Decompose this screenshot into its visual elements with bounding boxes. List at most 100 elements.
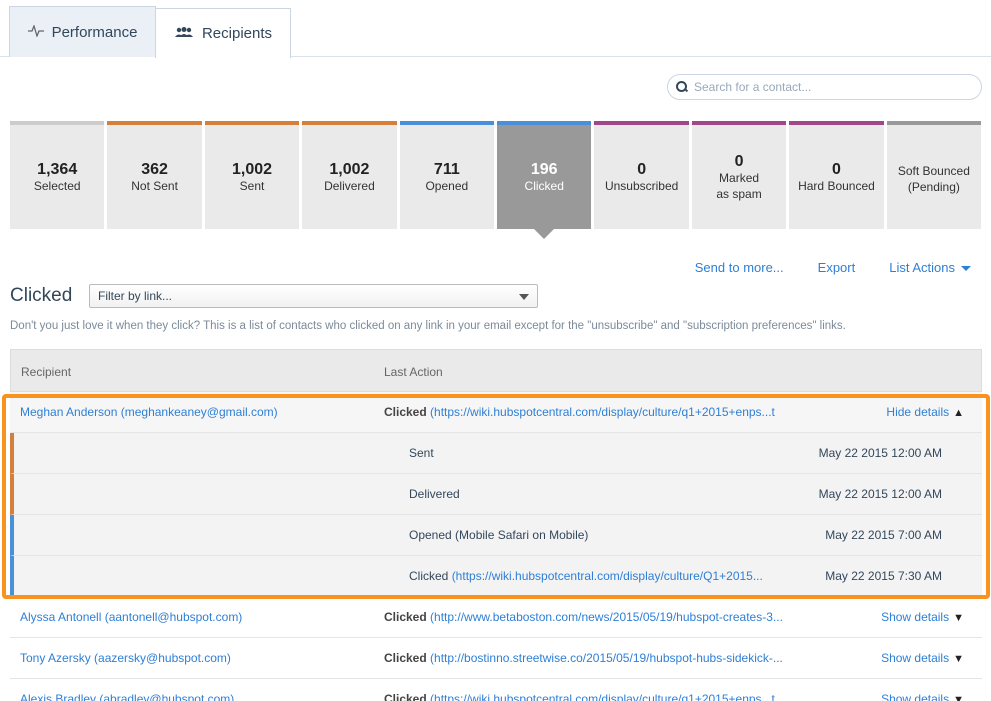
recipient-link[interactable]: Meghan Anderson (meghankeaney@gmail.com): [20, 405, 278, 419]
stat-value: 0: [734, 152, 744, 170]
stats-bar: 1,364 Selected 362 Not Sent 1,002 Sent 1,00…: [10, 121, 982, 239]
last-action: Clicked (https://wiki.hubspotcentral.com…: [384, 405, 775, 419]
stat-label: Not Sent: [131, 178, 178, 193]
stat-marked-spam[interactable]: 0 Marked as spam: [691, 121, 787, 229]
detail-row: Opened (Mobile Safari on Mobile) May 22 …: [10, 515, 982, 556]
table-row: Alyssa Antonell (aantonell@hubspot.com) …: [10, 597, 982, 638]
stat-value: 1,002: [231, 160, 273, 178]
last-action: Clicked (http://www.betaboston.com/news/…: [384, 610, 783, 624]
tab-performance[interactable]: Performance: [9, 6, 156, 57]
recipients-table: Recipient Last Action Meghan Anderson (m…: [10, 349, 982, 701]
action-link[interactable]: (http://www.betaboston.com/news/2015/05/…: [430, 610, 783, 624]
recipient-link[interactable]: Alyssa Antonell (aantonell@hubspot.com): [20, 610, 242, 624]
stat-hard-bounced[interactable]: 0 Hard Bounced: [789, 121, 884, 229]
stat-value: 196: [530, 160, 558, 178]
stat-label: Delivered: [324, 178, 375, 193]
triangle-down-icon: ▼: [953, 612, 964, 624]
detail-row: Sent May 22 2015 12:00 AM: [10, 433, 982, 474]
search-icon: [676, 81, 688, 93]
stat-label: Clicked: [524, 178, 564, 193]
tab-bar: Performance Recipients: [0, 0, 991, 58]
list-toolbar: Send to more... Export List Actions: [695, 260, 971, 275]
detail-row: Delivered May 22 2015 12:00 AM: [10, 474, 982, 515]
search-input[interactable]: [694, 80, 964, 94]
show-details-toggle[interactable]: Show details ▼: [881, 651, 964, 665]
stat-value: 1,002: [329, 160, 370, 178]
action-type: Clicked: [384, 610, 427, 624]
table-header: Recipient Last Action: [10, 349, 982, 392]
detail-date: May 22 2015 7:30 AM: [825, 569, 942, 583]
table-row: Alexis Bradley (abradley@hubspot.com) Cl…: [10, 679, 982, 701]
stat-unsubscribed[interactable]: 0 Unsubscribed: [594, 121, 689, 229]
stat-value: 0: [637, 160, 647, 178]
header-recipient: Recipient: [21, 365, 72, 379]
hide-details-toggle[interactable]: Hide details ▲: [886, 405, 964, 419]
action-type: Clicked: [384, 651, 427, 665]
stat-clicked[interactable]: 196 Clicked: [497, 121, 592, 239]
tab-performance-label: Performance: [51, 23, 138, 41]
chevron-down-icon: [519, 294, 529, 300]
action-link[interactable]: (http://bostinno.streetwise.co/2015/05/1…: [430, 651, 783, 665]
stat-label: Opened: [425, 178, 469, 193]
detail-date: May 22 2015 12:00 AM: [818, 446, 942, 460]
toggle-label: Show details: [881, 610, 950, 624]
stat-label: Sent: [239, 178, 265, 193]
recipient-link[interactable]: Alexis Bradley (abradley@hubspot.com): [20, 692, 234, 701]
stat-value: 1,364: [37, 160, 78, 178]
stat-delivered[interactable]: 1,002 Delivered: [302, 121, 397, 229]
stat-sent[interactable]: 1,002 Sent: [204, 121, 300, 229]
stat-not-sent[interactable]: 362 Not Sent: [107, 121, 202, 229]
show-details-toggle[interactable]: Show details ▼: [881, 610, 964, 624]
table-row: Meghan Anderson (meghankeaney@gmail.com)…: [10, 392, 982, 433]
chevron-down-icon: [961, 266, 971, 272]
export-link[interactable]: Export: [818, 260, 856, 275]
recipient-link[interactable]: Tony Azersky (aazersky@hubspot.com): [20, 651, 231, 665]
stat-label: Soft Bounced (Pending): [897, 164, 970, 194]
section-title: Clicked: [10, 285, 73, 306]
section-description: Don't you just love it when they click? …: [10, 320, 846, 332]
table-row: Tony Azersky (aazersky@hubspot.com) Clic…: [10, 638, 982, 679]
pulse-icon: [27, 23, 44, 40]
tab-recipients-label: Recipients: [201, 25, 273, 42]
show-details-toggle[interactable]: Show details ▼: [881, 692, 964, 701]
stat-selected[interactable]: 1,364 Selected: [10, 121, 105, 229]
list-actions-label: List Actions: [889, 260, 955, 275]
contact-search[interactable]: [667, 74, 982, 100]
send-to-more-link[interactable]: Send to more...: [695, 260, 784, 275]
header-last-action: Last Action: [384, 365, 443, 379]
action-type: Clicked: [384, 692, 427, 701]
detail-action: Clicked (https://wiki.hubspotcentral.com…: [409, 569, 763, 583]
toggle-label: Hide details: [886, 405, 950, 419]
detail-action: Opened (Mobile Safari on Mobile): [409, 528, 589, 542]
detail-action: Sent: [409, 446, 434, 460]
detail-row: Clicked (https://wiki.hubspotcentral.com…: [10, 556, 982, 597]
stat-value: 362: [141, 160, 168, 178]
filter-label: Filter by link...: [98, 289, 173, 303]
detail-date: May 22 2015 12:00 AM: [818, 487, 942, 501]
stat-label: Unsubscribed: [604, 178, 679, 193]
last-action: Clicked (https://wiki.hubspotcentral.com…: [384, 692, 775, 701]
detail-date: May 22 2015 7:00 AM: [825, 528, 942, 542]
action-type: Clicked: [384, 405, 427, 419]
triangle-down-icon: ▼: [953, 653, 964, 665]
detail-action: Delivered: [409, 487, 460, 501]
triangle-up-icon: ▲: [953, 407, 964, 419]
tab-recipients[interactable]: Recipients: [155, 8, 291, 58]
last-action: Clicked (http://bostinno.streetwise.co/2…: [384, 651, 783, 665]
detail-action-link[interactable]: (https://wiki.hubspotcentral.com/display…: [452, 569, 763, 583]
detail-action-type: Clicked: [409, 569, 452, 583]
stat-soft-bounced[interactable]: Soft Bounced (Pending): [886, 121, 982, 229]
stat-label: Marked as spam: [716, 170, 762, 201]
triangle-down-icon: ▼: [953, 694, 964, 701]
toggle-label: Show details: [881, 692, 950, 701]
action-link[interactable]: (https://wiki.hubspotcentral.com/display…: [430, 405, 775, 419]
stat-opened[interactable]: 711 Opened: [399, 121, 495, 229]
stat-value: 0: [832, 160, 841, 178]
stat-value: 711: [433, 160, 460, 178]
users-icon: [174, 26, 194, 41]
list-actions-dropdown[interactable]: List Actions: [889, 260, 971, 275]
filter-by-link-select[interactable]: Filter by link...: [89, 284, 538, 308]
stat-label: Selected: [33, 178, 81, 193]
action-link[interactable]: (https://wiki.hubspotcentral.com/display…: [430, 692, 775, 701]
toggle-label: Show details: [881, 651, 950, 665]
